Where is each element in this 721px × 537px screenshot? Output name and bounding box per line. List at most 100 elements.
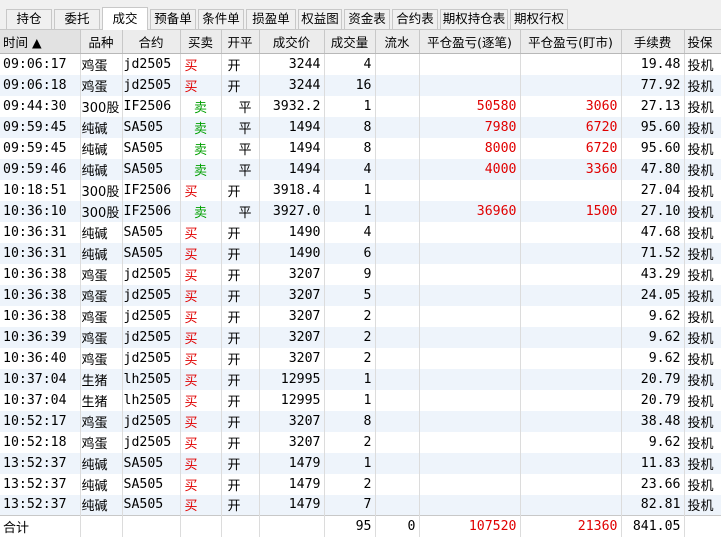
cell-side: 买 xyxy=(180,74,222,96)
cell-pnl-mtm xyxy=(520,389,622,411)
cell-fee: 27.10 xyxy=(621,200,685,222)
totals-row: 合计 95 0 107520 21360 841.05 xyxy=(0,515,721,537)
cell-flow xyxy=(375,179,420,201)
table-row[interactable]: 10:52:17 鸡蛋 jd2505 买开 3207 8 38.48 投机 xyxy=(0,410,721,432)
column-header-10[interactable]: 手续费 xyxy=(621,30,685,54)
cell-qty: 8 xyxy=(324,410,376,432)
column-header-7[interactable]: 流水 xyxy=(375,30,420,54)
cell-price: 3207 xyxy=(259,431,325,453)
cell-oc: 开 xyxy=(221,221,260,243)
cell-side: 卖 xyxy=(180,200,222,222)
tab-5[interactable]: 损盈单 xyxy=(246,9,296,29)
cell-price: 1479 xyxy=(259,452,325,474)
table-row[interactable]: 09:59:45 纯碱 SA505 卖平 1494 8 8000 6720 95.60 投机 xyxy=(0,137,721,159)
cell-side: 买 xyxy=(180,326,222,348)
tab-bar: 持仓 委托 成交 预备单 条件单 损盈单 权益图 资金表 合约表 期权持仓表 期权行权 xyxy=(0,0,721,30)
cell-oc: 开 xyxy=(221,74,260,96)
table-row[interactable]: 10:36:38 鸡蛋 jd2505 买开 3207 2 9.62 投机 xyxy=(0,305,721,327)
cell-flow xyxy=(375,284,420,306)
cell-side: 卖 xyxy=(180,137,222,159)
cell-pnl-mtm xyxy=(520,179,622,201)
cell-qty: 2 xyxy=(324,326,376,348)
tab-0[interactable]: 持仓 xyxy=(6,9,52,29)
column-header-1[interactable]: 品种 xyxy=(80,30,123,54)
cell-contract: jd2505 xyxy=(122,74,181,96)
tab-8[interactable]: 合约表 xyxy=(392,9,438,29)
cell-hedge: 投机 xyxy=(684,410,721,432)
cell-side: 买 xyxy=(180,347,222,369)
cell-price: 1494 xyxy=(259,116,325,138)
tab-9[interactable]: 期权持仓表 xyxy=(440,9,508,29)
cell-qty: 1 xyxy=(324,95,376,117)
table-row[interactable]: 10:37:04 生猪 lh2505 买开 12995 1 20.79 投机 xyxy=(0,389,721,411)
tab-4[interactable]: 条件单 xyxy=(198,9,244,29)
trade-table-container: 时间 ▲ 品种 合约 买卖 开平 成交价 成交量 流水 平仓盈亏(逐笔) 平仓盈亏(盯市) 手续费投… xyxy=(0,30,721,537)
cell-pnl-trade xyxy=(419,326,521,348)
table-row[interactable]: 09:06:17 鸡蛋 jd2505 买开 3244 4 19.48 投机 xyxy=(0,53,721,75)
cell-time: 10:52:17 xyxy=(0,410,81,432)
column-header-0[interactable]: 时间 ▲ xyxy=(0,30,81,54)
cell-hedge: 投机 xyxy=(684,179,721,201)
table-row[interactable]: 10:36:31 纯碱 SA505 买开 1490 4 47.68 投机 xyxy=(0,221,721,243)
tab-6[interactable]: 权益图 xyxy=(298,9,342,29)
cell-contract: SA505 xyxy=(122,158,181,180)
cell-pnl-mtm xyxy=(520,326,622,348)
cell-fee: 9.62 xyxy=(621,326,685,348)
cell-oc: 开 xyxy=(221,368,260,390)
column-header-9[interactable]: 平仓盈亏(盯市) xyxy=(520,30,622,54)
cell-hedge: 投机 xyxy=(684,263,721,285)
column-header-11[interactable]: 投保 xyxy=(684,30,721,54)
cell-side: 买 xyxy=(180,179,222,201)
cell-flow xyxy=(375,389,420,411)
cell-fee: 20.79 xyxy=(621,389,685,411)
column-header-8[interactable]: 平仓盈亏(逐笔) xyxy=(419,30,521,54)
cell-qty: 2 xyxy=(324,473,376,495)
totals-pnl-trade: 107520 xyxy=(419,515,521,537)
cell-pnl-trade xyxy=(419,368,521,390)
cell-pnl-trade xyxy=(419,242,521,264)
cell-pnl-trade xyxy=(419,347,521,369)
cell-contract: jd2505 xyxy=(122,284,181,306)
cell-price: 12995 xyxy=(259,389,325,411)
cell-pnl-trade xyxy=(419,284,521,306)
table-row[interactable]: 10:36:38 鸡蛋 jd2505 买开 3207 9 43.29 投机 xyxy=(0,263,721,285)
table-row[interactable]: 10:36:40 鸡蛋 jd2505 买开 3207 2 9.62 投机 xyxy=(0,347,721,369)
column-header-5[interactable]: 成交价 xyxy=(259,30,325,54)
table-row[interactable]: 10:36:38 鸡蛋 jd2505 买开 3207 5 24.05 投机 xyxy=(0,284,721,306)
tab-3[interactable]: 预备单 xyxy=(150,9,196,29)
cell-qty: 1 xyxy=(324,179,376,201)
table-row[interactable]: 10:18:51 300股 IF2506 买开 3918.4 1 27.04 投机 xyxy=(0,179,721,201)
cell-flow xyxy=(375,221,420,243)
table-row[interactable]: 10:36:31 纯碱 SA505 买开 1490 6 71.52 投机 xyxy=(0,242,721,264)
table-row[interactable]: 10:36:10 300股 IF2506 卖平 3927.0 1 36960 1500 27.1… xyxy=(0,200,721,222)
cell-contract: jd2505 xyxy=(122,410,181,432)
cell-side: 卖 xyxy=(180,116,222,138)
table-row[interactable]: 13:52:37 纯碱 SA505 买开 1479 2 23.66 投机 xyxy=(0,473,721,495)
table-row[interactable]: 09:44:30 300股 IF2506 卖平 3932.2 1 50580 3060 27.1… xyxy=(0,95,721,117)
cell-fee: 27.13 xyxy=(621,95,685,117)
table-row[interactable]: 10:36:39 鸡蛋 jd2505 买开 3207 2 9.62 投机 xyxy=(0,326,721,348)
cell-contract: SA505 xyxy=(122,452,181,474)
column-header-3[interactable]: 买卖 xyxy=(180,30,222,54)
table-row[interactable]: 09:59:45 纯碱 SA505 卖平 1494 8 7980 6720 95.60 投机 xyxy=(0,116,721,138)
column-header-2[interactable]: 合约 xyxy=(122,30,181,54)
table-row[interactable]: 09:06:18 鸡蛋 jd2505 买开 3244 16 77.92 投机 xyxy=(0,74,721,96)
table-row[interactable]: 13:52:37 纯碱 SA505 买开 1479 1 11.83 投机 xyxy=(0,452,721,474)
cell-price: 3244 xyxy=(259,74,325,96)
cell-contract: SA505 xyxy=(122,473,181,495)
table-row[interactable]: 13:52:37 纯碱 SA505 买开 1479 7 82.81 投机 xyxy=(0,494,721,516)
tab-10[interactable]: 期权行权 xyxy=(510,9,568,29)
tab-1[interactable]: 委托 xyxy=(54,9,100,29)
cell-side: 卖 xyxy=(180,158,222,180)
cell-fee: 82.81 xyxy=(621,494,685,516)
cell-product: 纯碱 xyxy=(80,452,123,474)
column-header-4[interactable]: 开平 xyxy=(221,30,260,54)
cell-time: 13:52:37 xyxy=(0,473,81,495)
tab-7[interactable]: 资金表 xyxy=(344,9,390,29)
table-row[interactable]: 10:52:18 鸡蛋 jd2505 买开 3207 2 9.62 投机 xyxy=(0,431,721,453)
column-header-6[interactable]: 成交量 xyxy=(324,30,376,54)
table-row[interactable]: 09:59:46 纯碱 SA505 卖平 1494 4 4000 3360 47.80 投机 xyxy=(0,158,721,180)
cell-contract: SA505 xyxy=(122,221,181,243)
tab-2[interactable]: 成交 xyxy=(102,7,148,30)
table-row[interactable]: 10:37:04 生猪 lh2505 买开 12995 1 20.79 投机 xyxy=(0,368,721,390)
